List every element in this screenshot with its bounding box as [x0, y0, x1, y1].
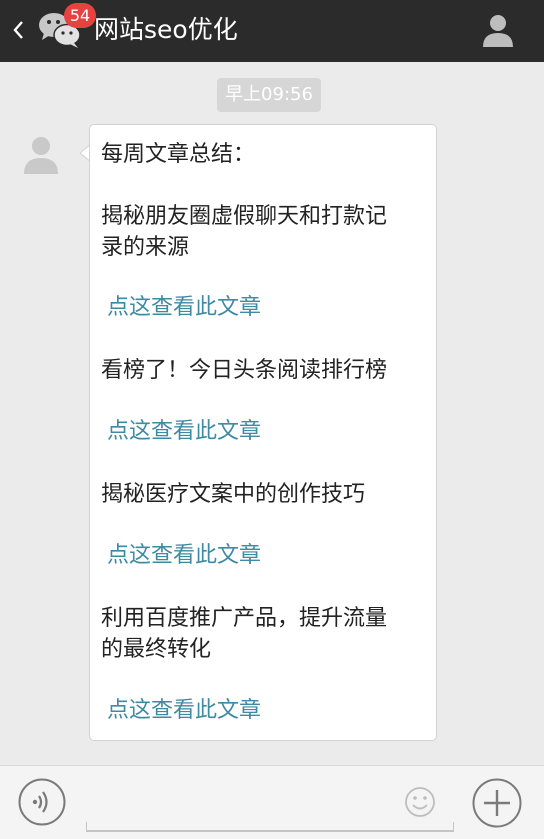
voice-icon — [18, 778, 66, 826]
article-link-3[interactable]: 点这查看此文章 — [107, 540, 261, 571]
plus-icon — [472, 778, 522, 828]
chevron-left-icon — [13, 21, 23, 39]
chat-title: 网站seo优化 — [94, 15, 238, 44]
default-avatar-icon — [24, 137, 58, 174]
message-bubble[interactable]: 每周文章总结： 揭秘朋友圈虚假聊天和打款记 录的来源 点这查看此文章 看榜了！今… — [89, 124, 437, 741]
profile-button[interactable] — [478, 10, 518, 50]
message-timestamp: 早上09:56 — [217, 78, 321, 112]
article-title-1-line-2: 录的来源 — [101, 235, 190, 260]
emoji-icon — [405, 787, 435, 817]
article-title-3: 揭秘医疗文案中的创作技巧 — [101, 482, 366, 507]
article-link-4[interactable]: 点这查看此文章 — [107, 695, 261, 726]
emoji-button[interactable] — [404, 786, 436, 818]
article-title-4-line-2: 的最终转化 — [101, 637, 212, 662]
more-options-button[interactable] — [472, 778, 522, 828]
sender-avatar[interactable] — [18, 132, 64, 178]
chat-header: 54 网站seo优化 — [0, 0, 544, 62]
person-icon — [483, 15, 513, 47]
message-input[interactable] — [86, 822, 454, 832]
message-heading: 每周文章总结： — [101, 142, 256, 167]
article-title-4-line-1: 利用百度推广产品，提升流量 — [101, 606, 388, 631]
article-title-1-line-1: 揭秘朋友圈虚假聊天和打款记 — [101, 204, 388, 229]
input-toolbar — [0, 765, 544, 839]
article-link-1[interactable]: 点这查看此文章 — [107, 292, 261, 323]
article-title-2: 看榜了！今日头条阅读排行榜 — [101, 358, 388, 383]
back-button[interactable] — [4, 10, 32, 50]
voice-input-button[interactable] — [18, 778, 66, 826]
unread-count-badge: 54 — [64, 3, 96, 28]
article-link-2[interactable]: 点这查看此文章 — [107, 416, 261, 447]
